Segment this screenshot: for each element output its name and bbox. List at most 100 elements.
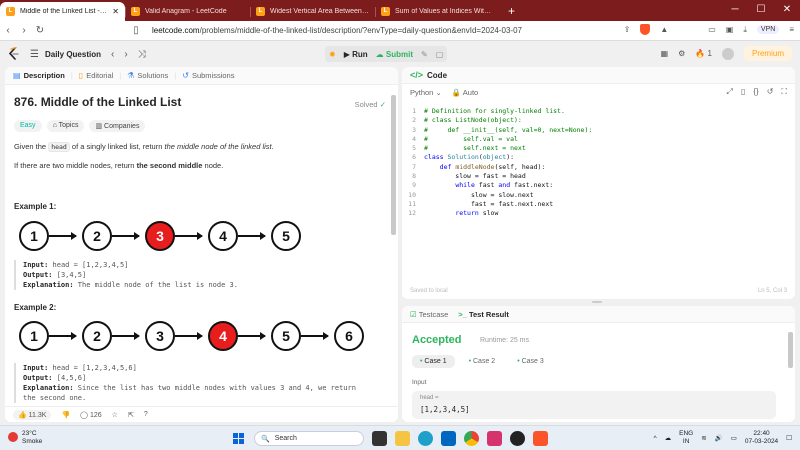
problem-list-icon[interactable]: ☰ bbox=[30, 49, 39, 60]
settings-icon[interactable]: ⚙ bbox=[678, 49, 685, 58]
store-icon[interactable] bbox=[441, 431, 456, 446]
tab-test-result[interactable]: >_ Test Result bbox=[458, 310, 509, 319]
menu-icon[interactable]: ≡ bbox=[789, 25, 794, 34]
onedrive-icon[interactable]: ☁ bbox=[665, 434, 672, 442]
chevron-up-icon[interactable]: ^ bbox=[654, 435, 657, 442]
share-icon[interactable]: ⇪ bbox=[624, 25, 631, 34]
rewards-icon[interactable]: ▲ bbox=[660, 25, 668, 34]
comments-button[interactable]: ◯ 126 bbox=[80, 411, 101, 419]
tab-solutions[interactable]: ⚗ Solutions bbox=[127, 71, 168, 80]
test-scrollbar[interactable] bbox=[788, 332, 793, 368]
code-line[interactable]: 7 def middleNode(self, head): bbox=[402, 163, 795, 172]
tab-testcase[interactable]: ☑ Testcase bbox=[410, 310, 448, 319]
panel-resize-handle[interactable] bbox=[592, 301, 602, 303]
code-line[interactable]: 3 # def __init__(self, val=0, next=None): bbox=[402, 126, 795, 135]
wifi-icon[interactable]: ≋ bbox=[701, 434, 706, 442]
tab-editorial[interactable]: ▯ Editorial bbox=[79, 71, 114, 80]
expand-icon[interactable]: ⤢ bbox=[727, 87, 733, 97]
debug-icon[interactable]: ✹ bbox=[329, 50, 336, 59]
browser-tab-valid-anagram[interactable]: L Valid Anagram - LeetCode bbox=[125, 2, 250, 21]
code-line[interactable]: 11 fast = fast.next.next bbox=[402, 200, 795, 209]
shuffle-icon[interactable]: ⤨ bbox=[138, 49, 146, 60]
companies-button[interactable]: ▥ Companies bbox=[89, 120, 146, 132]
next-problem-icon[interactable]: › bbox=[124, 49, 127, 60]
fullscreen-icon[interactable]: ⛶ bbox=[781, 87, 787, 97]
new-tab-button[interactable]: + bbox=[500, 2, 523, 21]
layout-icon[interactable]: ▦ bbox=[661, 49, 669, 58]
brave-shield-icon[interactable] bbox=[640, 24, 651, 35]
code-line[interactable]: 4 # self.val = val bbox=[402, 135, 795, 144]
auto-toggle[interactable]: 🔒 Auto bbox=[452, 88, 478, 97]
case-tab-1[interactable]: • Case 1 bbox=[412, 355, 455, 368]
brave-icon[interactable] bbox=[533, 431, 548, 446]
prev-problem-icon[interactable]: ‹ bbox=[111, 49, 114, 60]
downloads-icon[interactable]: ⤓ bbox=[743, 25, 747, 35]
help-icon[interactable]: ? bbox=[144, 411, 148, 418]
clock[interactable]: 22:40 07-03-2024 bbox=[745, 430, 778, 446]
close-window-icon[interactable]: ✕ bbox=[774, 0, 800, 21]
code-editor[interactable]: 1 # Definition for singly-linked list. 2 # … bbox=[402, 107, 795, 219]
minimize-icon[interactable]: ─ bbox=[722, 0, 748, 21]
intellij-icon[interactable] bbox=[487, 431, 502, 446]
wallet-icon[interactable]: ▣ bbox=[726, 25, 734, 34]
browser-tab-sum-of-values[interactable]: L Sum of Values at Indices With K Set bbox=[375, 2, 500, 21]
maximize-icon[interactable]: ☐ bbox=[748, 0, 774, 21]
language-select[interactable]: Python ⌄ bbox=[410, 88, 442, 97]
file-explorer-icon[interactable] bbox=[395, 431, 410, 446]
browser-tab-middle-linked-list[interactable]: L Middle of the Linked List - LeetC ✕ bbox=[0, 2, 125, 21]
battery-icon[interactable]: ▭ bbox=[731, 434, 737, 442]
chrome-icon[interactable] bbox=[464, 431, 479, 446]
premium-button[interactable]: Premium bbox=[743, 46, 792, 61]
whiteboard-icon[interactable]: ▢ bbox=[436, 50, 444, 59]
code-line[interactable]: 1 # Definition for singly-linked list. bbox=[402, 107, 795, 116]
share-icon[interactable]: ⇱ bbox=[128, 411, 134, 419]
code-line[interactable]: 2 # class ListNode(object): bbox=[402, 116, 795, 125]
weather-widget[interactable]: 23°C Smoke bbox=[8, 430, 42, 446]
media-player-icon[interactable] bbox=[510, 431, 525, 446]
daily-question-link[interactable]: Daily Question bbox=[45, 50, 101, 59]
code-line[interactable]: 8 slow = fast = head bbox=[402, 172, 795, 181]
example-2-heading: Example 2: bbox=[14, 303, 57, 312]
forward-icon[interactable]: › bbox=[16, 25, 32, 36]
run-button[interactable]: ▶ Run bbox=[344, 50, 368, 59]
edge-icon[interactable] bbox=[418, 431, 433, 446]
case-tab-3[interactable]: • Case 3 bbox=[509, 355, 552, 368]
code-line[interactable]: 10 slow = slow.next bbox=[402, 191, 795, 200]
volume-icon[interactable]: 🔊 bbox=[715, 434, 723, 442]
reload-icon[interactable]: ↻ bbox=[32, 25, 48, 36]
browser-tab-widest-vertical[interactable]: L Widest Vertical Area Between Two P bbox=[250, 2, 375, 21]
vpn-button[interactable]: VPN bbox=[756, 25, 780, 34]
windows-start-icon[interactable] bbox=[233, 433, 244, 444]
description-scrollbar[interactable] bbox=[391, 95, 396, 235]
task-view-icon[interactable] bbox=[372, 431, 387, 446]
case-tab-2[interactable]: • Case 2 bbox=[461, 355, 504, 368]
url-field[interactable]: leetcode.com/problems/middle-of-the-link… bbox=[152, 24, 632, 38]
code-line[interactable]: 6 class Solution(object): bbox=[402, 153, 795, 162]
tab-description[interactable]: ▤ Description bbox=[13, 71, 65, 80]
topics-button[interactable]: ⌂ Topics bbox=[46, 120, 85, 132]
streak-badge[interactable]: 🔥 1 bbox=[695, 49, 712, 58]
leetcode-logo-icon[interactable] bbox=[8, 47, 20, 61]
like-button[interactable]: 👍 11.3K bbox=[13, 409, 52, 420]
code-line[interactable]: 12 return slow bbox=[402, 209, 795, 218]
braces-icon[interactable]: {} bbox=[753, 87, 758, 97]
submit-button[interactable]: ☁ Submit bbox=[376, 50, 413, 59]
reset-icon[interactable]: ↺ bbox=[767, 87, 774, 97]
page-title: 876. Middle of the Linked List bbox=[14, 95, 182, 109]
back-icon[interactable]: ‹ bbox=[0, 25, 16, 36]
tab-submissions[interactable]: ↺ Submissions bbox=[182, 71, 234, 80]
dislike-icon[interactable]: 👎 bbox=[61, 411, 70, 419]
bookmark-icon[interactable]: ▯ bbox=[128, 25, 144, 36]
code-line[interactable]: 9 while fast and fast.next: bbox=[402, 181, 795, 190]
checkbox-icon: ☑ bbox=[410, 309, 417, 319]
notes-icon[interactable]: ✎ bbox=[421, 50, 428, 59]
avatar[interactable] bbox=[721, 47, 734, 60]
sidebar-icon[interactable]: ▭ bbox=[708, 25, 716, 34]
language-indicator[interactable]: ENG IN bbox=[679, 430, 693, 446]
bookmark-code-icon[interactable]: ▯ bbox=[741, 87, 745, 97]
code-line[interactable]: 5 # self.next = next bbox=[402, 144, 795, 153]
star-icon[interactable]: ☆ bbox=[112, 411, 118, 419]
taskbar-search[interactable]: 🔍 Search bbox=[254, 431, 364, 446]
notifications-icon[interactable]: ☐ bbox=[786, 434, 792, 442]
close-icon[interactable]: ✕ bbox=[112, 7, 119, 16]
